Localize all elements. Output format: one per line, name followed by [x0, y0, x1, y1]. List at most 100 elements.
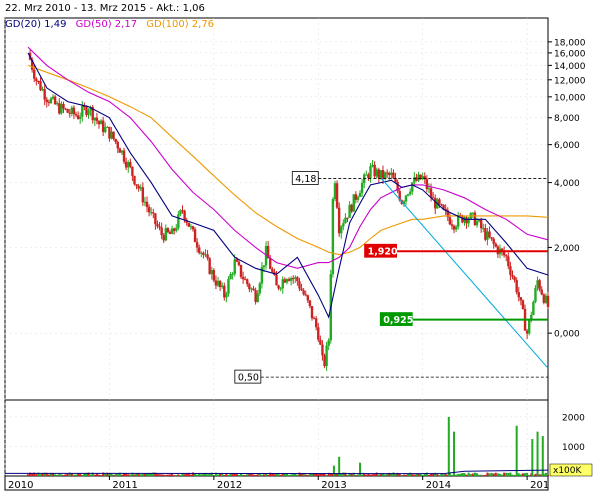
- volume-bar: [503, 472, 506, 476]
- candle-body: [229, 274, 232, 280]
- volume-bar: [365, 474, 368, 476]
- candle-body: [308, 300, 312, 307]
- candle-body: [53, 96, 57, 105]
- candle-body: [325, 345, 328, 367]
- candle-body: [486, 231, 489, 240]
- candle-body: [33, 69, 36, 79]
- chart-frame: [4, 17, 549, 491]
- candle-body: [323, 355, 326, 367]
- candle-body: [129, 162, 132, 167]
- candle-body: [175, 227, 178, 231]
- volume-bar: [346, 474, 349, 476]
- candle-body: [212, 270, 216, 281]
- candle-body: [538, 280, 541, 290]
- candle-body: [448, 217, 452, 225]
- candle-body: [511, 274, 514, 277]
- candle-body: [287, 279, 291, 281]
- volume-bar: [246, 474, 249, 476]
- volume-bar: [300, 473, 303, 476]
- candle-body: [193, 229, 197, 243]
- candle-body: [241, 276, 245, 280]
- candle-body: [306, 295, 310, 301]
- volume-bar: [231, 474, 234, 476]
- candle-body: [143, 201, 147, 203]
- candle-body: [383, 172, 387, 179]
- candle-body: [377, 169, 381, 178]
- candle-body: [37, 80, 40, 82]
- annotation-label: 0,50: [238, 373, 259, 384]
- volume-bar: [382, 474, 385, 476]
- volume-bar: [375, 472, 378, 476]
- candle-body: [160, 227, 163, 236]
- volume-bar: [158, 474, 161, 476]
- volume-bar: [47, 474, 50, 476]
- candle-body: [112, 131, 115, 139]
- volume-bar: [427, 474, 430, 476]
- volume-bar: [275, 473, 278, 476]
- x-tick-label: 2010: [8, 480, 33, 491]
- candle-body: [70, 107, 74, 114]
- candle-body: [275, 274, 278, 286]
- candle-body: [279, 288, 282, 290]
- volume-average-line: [4, 469, 549, 475]
- y-tick-label: 14,000: [554, 62, 586, 72]
- volume-bar: [417, 473, 420, 476]
- volume-bar: [273, 474, 276, 476]
- volume-bar: [39, 474, 42, 476]
- volume-bar: [288, 475, 291, 476]
- trendline: [380, 177, 549, 369]
- volume-bar: [97, 474, 100, 476]
- volume-bar: [279, 474, 282, 476]
- volume-bar: [521, 473, 524, 476]
- volume-bar: [398, 473, 401, 476]
- volume-bar: [354, 475, 357, 476]
- volume-bar: [244, 474, 247, 476]
- candle-body: [101, 120, 105, 133]
- candle-body: [360, 182, 364, 193]
- y-tick-label: 0,000: [554, 330, 580, 340]
- candle-body: [35, 78, 38, 81]
- volume-tick-label: 1000: [562, 443, 585, 453]
- candle-body: [525, 330, 529, 334]
- volume-bar: [77, 473, 80, 476]
- candle-body: [269, 258, 272, 269]
- candle-body: [379, 170, 383, 178]
- chart-canvas: 18,00016,000 14,000 12,000 10,000 8,000 6,000…: [4, 17, 593, 491]
- volume-bar: [507, 473, 510, 476]
- volume-bar: [457, 474, 460, 476]
- candle-body: [85, 107, 88, 115]
- candle-body: [515, 280, 518, 293]
- candle-body: [509, 266, 512, 275]
- volume-bar: [453, 431, 456, 476]
- volume-bar: [200, 474, 203, 476]
- candle-body: [168, 232, 172, 234]
- x-tick-label: 2011: [112, 480, 137, 491]
- candle-body: [76, 115, 80, 119]
- candle-body: [116, 142, 119, 149]
- candle-body: [344, 217, 347, 224]
- candle-body: [243, 279, 247, 281]
- volume-bar: [248, 473, 251, 476]
- volume-bar: [162, 474, 165, 476]
- candle-body: [64, 108, 67, 110]
- volume-bar: [332, 465, 335, 476]
- volume-bar: [536, 431, 539, 476]
- volume-bar: [501, 474, 504, 476]
- candle-body: [235, 259, 239, 262]
- volume-bar: [164, 474, 167, 476]
- volume-bar: [81, 474, 84, 476]
- volume-bar: [484, 474, 487, 476]
- candle-body: [254, 290, 257, 303]
- candle-body: [321, 344, 324, 356]
- volume-bar: [206, 474, 209, 476]
- candle-body: [335, 183, 339, 208]
- candle-body: [294, 277, 297, 279]
- candle-body: [392, 172, 395, 179]
- candle-body: [371, 164, 374, 167]
- volume-bar: [112, 474, 115, 476]
- volume-bar: [392, 472, 395, 476]
- volume-bar: [513, 475, 516, 476]
- candle-body: [120, 150, 124, 153]
- candle-body: [231, 273, 234, 275]
- volume-bar: [467, 472, 470, 476]
